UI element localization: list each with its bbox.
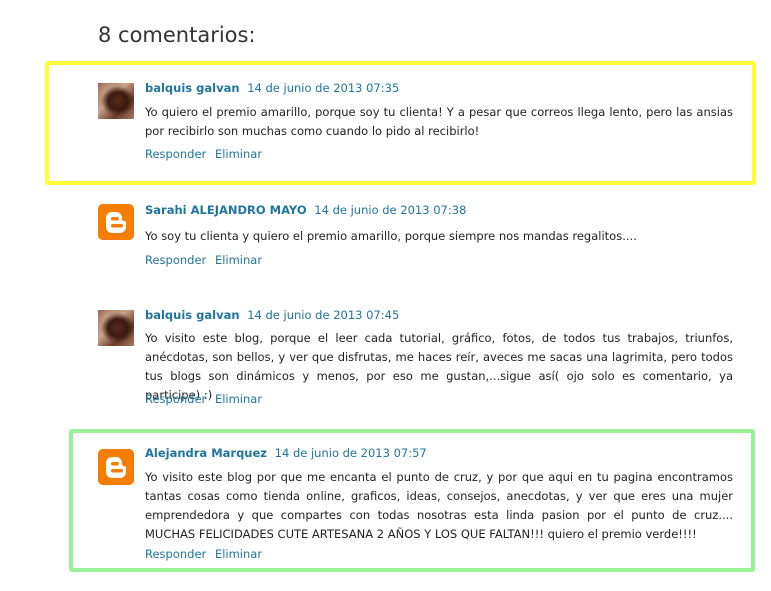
date-link[interactable]: 14 de junio de 2013 07:57 <box>275 446 427 460</box>
delete-link[interactable]: Eliminar <box>215 392 262 406</box>
comment-meta: balquis galvan 14 de junio de 2013 07:45 <box>145 308 399 322</box>
reply-link[interactable]: Responder <box>145 147 206 161</box>
delete-link[interactable]: Eliminar <box>215 547 262 561</box>
author-link[interactable]: Alejandra Marquez <box>145 446 267 460</box>
delete-link[interactable]: Eliminar <box>215 253 262 267</box>
comment-actions: Responder Eliminar <box>145 392 262 406</box>
blogger-icon[interactable] <box>98 449 134 485</box>
comment-text: Yo quiero el premio amarillo, porque soy… <box>145 105 733 138</box>
reply-link[interactable]: Responder <box>145 547 206 561</box>
reply-link[interactable]: Responder <box>145 253 206 267</box>
avatar[interactable] <box>98 83 134 119</box>
author-link[interactable]: balquis galvan <box>145 308 240 322</box>
author-link[interactable]: Sarahi ALEJANDRO MAYO <box>145 203 307 217</box>
delete-link[interactable]: Eliminar <box>215 147 262 161</box>
comment-meta: Alejandra Marquez 14 de junio de 2013 07… <box>145 446 427 460</box>
reply-link[interactable]: Responder <box>145 392 206 406</box>
comment-meta: balquis galvan 14 de junio de 2013 07:35 <box>145 81 399 95</box>
author-link[interactable]: balquis galvan <box>145 81 240 95</box>
comment-meta: Sarahi ALEJANDRO MAYO 14 de junio de 201… <box>145 203 466 217</box>
comment-text: Yo soy tu clienta y quiero el premio ama… <box>145 229 637 243</box>
comment-actions: Responder Eliminar <box>145 147 262 161</box>
comment-actions: Responder Eliminar <box>145 253 262 267</box>
blogger-icon[interactable] <box>98 204 134 240</box>
date-link[interactable]: 14 de junio de 2013 07:45 <box>247 308 399 322</box>
date-link[interactable]: 14 de junio de 2013 07:35 <box>247 81 399 95</box>
avatar[interactable] <box>98 310 134 346</box>
comment-actions: Responder Eliminar <box>145 547 262 561</box>
comments-heading: 8 comentarios: <box>98 23 256 47</box>
comment-text: Yo visito este blog por que me encanta e… <box>145 470 733 541</box>
date-link[interactable]: 14 de junio de 2013 07:38 <box>314 203 466 217</box>
